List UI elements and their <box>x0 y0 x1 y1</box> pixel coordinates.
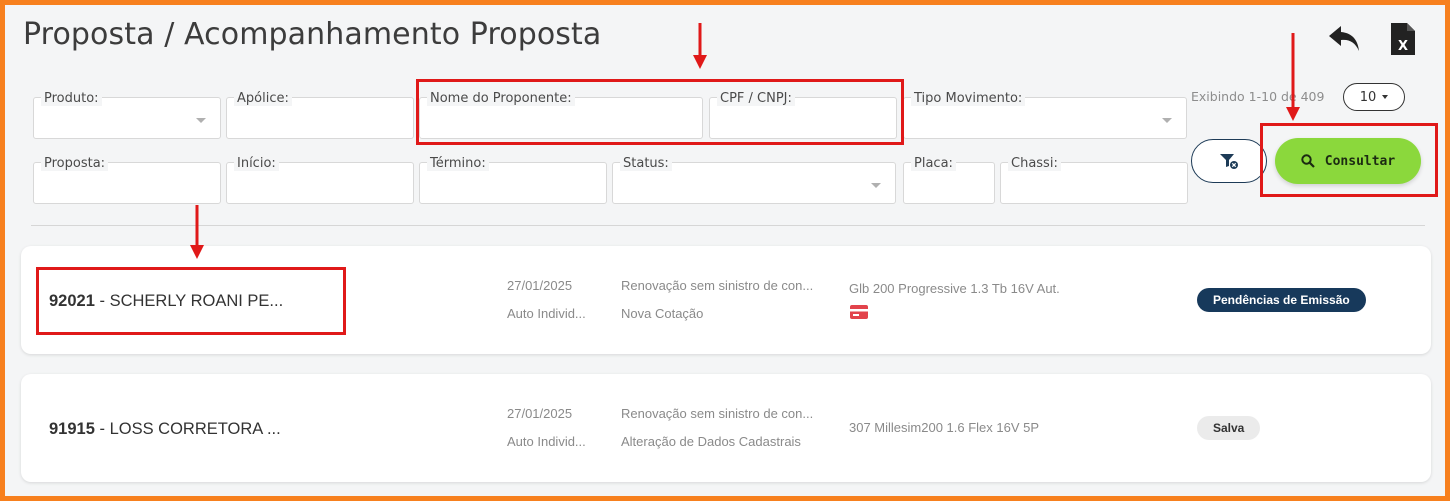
result-card[interactable]: 91915 - LOSS CORRETORA ... 27/01/2025 Au… <box>21 374 1431 482</box>
inicio-field[interactable]: Início: <box>226 157 414 204</box>
proposta-field[interactable]: Proposta: <box>33 157 221 204</box>
apolice-label: Apólice: <box>234 92 292 106</box>
page-title: Proposta / Acompanhamento Proposta <box>23 17 602 52</box>
status-badge: Salva <box>1197 416 1261 440</box>
status-select[interactable]: Status: <box>612 157 896 204</box>
status-label: Status: <box>620 157 672 171</box>
top-toolbar: X <box>1325 19 1423 59</box>
result-product: Auto Individ... <box>507 434 586 449</box>
termino-label: Término: <box>427 157 489 171</box>
filter-clear-icon <box>1220 154 1238 169</box>
chassi-label: Chassi: <box>1008 157 1061 171</box>
undo-arrow-icon[interactable] <box>1325 19 1365 59</box>
inicio-label: Início: <box>234 157 279 171</box>
excel-file-icon[interactable]: X <box>1383 19 1423 59</box>
result-movement: Renovação sem sinistro de con... <box>621 278 814 293</box>
page-frame: Proposta / Acompanhamento Proposta X Pro… <box>0 0 1450 501</box>
divider <box>31 225 1425 226</box>
result-date: 27/01/2025 <box>507 406 573 421</box>
chevron-down-icon <box>196 118 206 123</box>
annotation-arrow-icon <box>693 23 707 69</box>
result-product: Auto Individ... <box>507 306 586 321</box>
credit-card-icon <box>850 305 868 319</box>
result-type: Nova Cotação <box>621 306 704 321</box>
page-size-value: 10 <box>1359 89 1377 105</box>
result-movement: Renovação sem sinistro de con... <box>621 406 814 421</box>
proposta-label: Proposta: <box>41 157 109 171</box>
result-vehicle: Glb 200 Progressive 1.3 Tb 16V Aut. <box>849 281 1060 296</box>
placa-label: Placa: <box>911 157 956 171</box>
produto-select[interactable]: Produto: <box>33 92 221 139</box>
result-title[interactable]: 91915 - LOSS CORRETORA ... <box>49 420 281 439</box>
svg-text:X: X <box>1398 39 1408 54</box>
chevron-down-icon <box>1382 95 1389 99</box>
highlight-box-name-cpf <box>416 79 904 145</box>
chevron-down-icon <box>1162 118 1172 123</box>
status-badge: Pendências de Emissão <box>1197 288 1366 312</box>
annotation-arrow-icon <box>1286 33 1300 121</box>
termino-field[interactable]: Término: <box>419 157 607 204</box>
apolice-field[interactable]: Apólice: <box>226 92 414 139</box>
results-count: Exibindo 1-10 de 409 <box>1191 89 1325 104</box>
chassi-field[interactable]: Chassi: <box>1000 157 1188 204</box>
produto-label: Produto: <box>41 92 102 106</box>
result-vehicle: 307 Millesim200 1.6 Flex 16V 5P <box>849 420 1040 435</box>
highlight-box-result <box>36 267 346 335</box>
page-size-select[interactable]: 10 <box>1343 83 1405 111</box>
result-type: Alteração de Dados Cadastrais <box>621 434 801 449</box>
tipo-movimento-label: Tipo Movimento: <box>911 92 1026 106</box>
highlight-box-consultar <box>1260 123 1438 197</box>
result-id: 91915 <box>49 420 95 438</box>
placa-field[interactable]: Placa: <box>903 157 995 204</box>
result-date: 27/01/2025 <box>507 278 573 293</box>
filter-clear-button[interactable] <box>1191 139 1267 183</box>
chevron-down-icon <box>871 183 881 188</box>
result-name: LOSS CORRETORA ... <box>109 420 281 438</box>
tipo-movimento-select[interactable]: Tipo Movimento: <box>903 92 1187 139</box>
annotation-arrow-icon <box>190 205 204 259</box>
